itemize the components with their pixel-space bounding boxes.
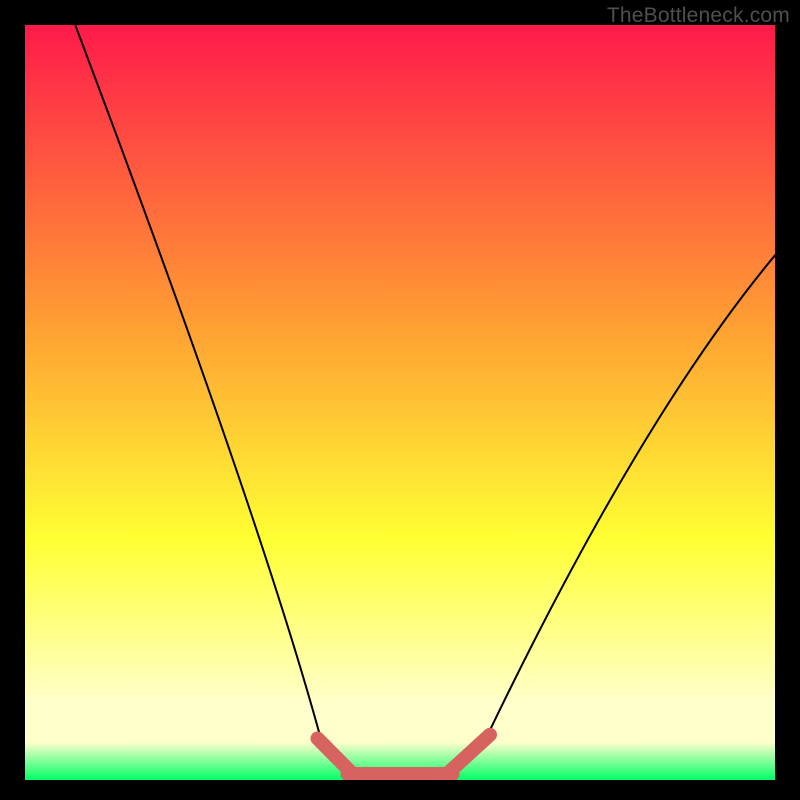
plot-area [25, 25, 775, 780]
bottleneck-chart [25, 25, 775, 780]
chart-frame: TheBottleneck.com [0, 0, 800, 800]
gradient-background [25, 25, 775, 780]
